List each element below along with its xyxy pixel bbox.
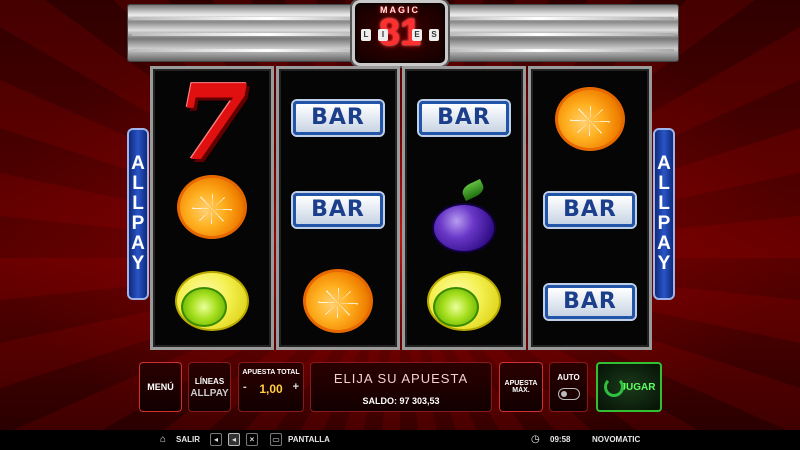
orange-symbol [177, 175, 247, 239]
bar-symbol: BAR [545, 285, 635, 319]
message-panel: ELIJA SU APUESTA SALDO: 97 303,53 [310, 362, 492, 412]
autoplay-label: AUTO [557, 373, 580, 382]
menu-button[interactable]: MENÚ [139, 362, 182, 412]
home-icon[interactable]: ⌂ [160, 434, 166, 446]
brand-logo: NOVOMATIC [592, 435, 641, 444]
clock-icon: ◷ [531, 434, 540, 445]
reel-1: 7 [150, 66, 274, 350]
status-bar: ⌂ SALIR ◂ ◂ × ▭ PANTALLA ◷ 09:58 NOVOMAT… [0, 430, 800, 450]
total-bet-label: APUESTA TOTAL [242, 369, 300, 376]
exit-link[interactable]: SALIR [176, 434, 200, 446]
reel-4: BAR BAR [528, 66, 652, 350]
lines-label: LÍNEAS [194, 377, 225, 386]
lemon-symbol [427, 271, 501, 331]
balance-display: SALDO: 97 303,53 [362, 396, 440, 406]
reel-3: BAR [402, 66, 526, 350]
sound-low-icon[interactable]: ◂ [210, 433, 222, 446]
spin-arrows-icon [604, 377, 624, 397]
lines-selector[interactable]: LÍNEAS ALLPAY [188, 362, 231, 412]
orange-symbol [303, 269, 373, 333]
spin-button[interactable]: JUGAR [596, 362, 662, 412]
bar-symbol: BAR [419, 101, 509, 135]
bar-symbol: BAR [545, 193, 635, 227]
fullscreen-link[interactable]: PANTALLA [288, 434, 330, 446]
game-logo: MAGIC 81 L I E S [352, 0, 448, 66]
logo-lines-letters: L I E S [361, 29, 439, 41]
bet-decrease-button[interactable]: - [243, 381, 247, 393]
lines-value: ALLPAY [190, 388, 229, 399]
bar-symbol: BAR [293, 193, 383, 227]
orange-symbol [555, 87, 625, 151]
lemon-symbol [175, 271, 249, 331]
total-bet-box: APUESTA TOTAL - + 1,00 [238, 362, 304, 412]
allpay-badge-right: ALL PAY [653, 128, 675, 300]
reel-2: BAR BAR [276, 66, 400, 350]
seven-symbol: 7 [175, 61, 249, 184]
sound-mute-icon[interactable]: × [246, 433, 258, 446]
max-bet-button[interactable]: APUESTA MÁX. [499, 362, 543, 412]
game-stage: MAGIC 81 L I E S ALL PAY ALL PAY 7 BAR B… [0, 0, 800, 430]
spin-label: JUGAR [620, 382, 656, 393]
allpay-badge-left: ALL PAY [127, 128, 149, 300]
bar-symbol: BAR [293, 101, 383, 135]
clock-time: 09:58 [550, 435, 571, 444]
plum-symbol [432, 203, 496, 253]
autoplay-toggle[interactable]: AUTO [549, 362, 588, 412]
toggle-switch-icon [557, 388, 580, 400]
fullscreen-icon[interactable]: ▭ [270, 433, 282, 446]
bet-increase-button[interactable]: + [293, 381, 299, 393]
sound-on-icon[interactable]: ◂ [228, 433, 240, 446]
status-message: ELIJA SU APUESTA [333, 371, 469, 386]
